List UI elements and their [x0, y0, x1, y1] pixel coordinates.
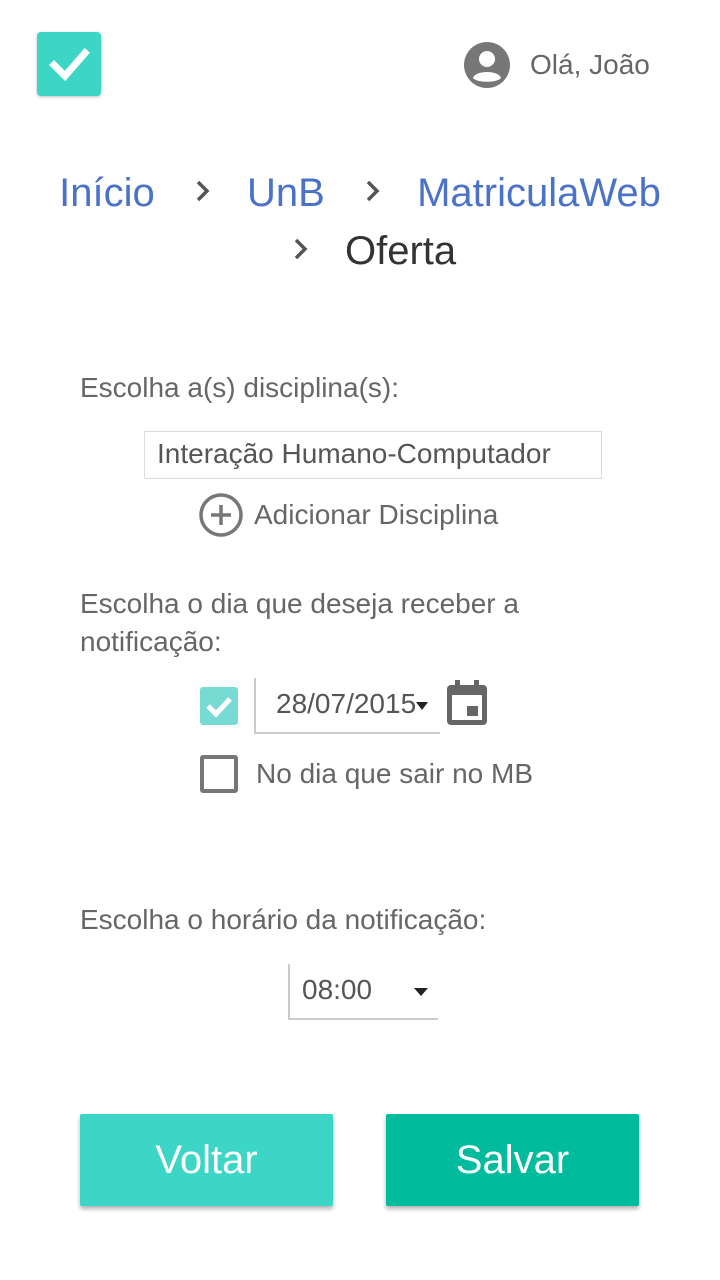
date-checkbox[interactable] [200, 687, 238, 725]
add-subject-label: Adicionar Disciplina [254, 499, 499, 530]
add-subject-button[interactable]: Adicionar Disciplina [198, 492, 498, 538]
account-circle-icon [464, 42, 510, 88]
check-icon [49, 48, 90, 82]
caret-down-icon [414, 988, 428, 996]
mb-label: No dia que sair no MB [256, 758, 534, 789]
back-button[interactable]: Voltar [80, 1114, 333, 1206]
chevron-right-icon [294, 238, 308, 260]
save-button[interactable]: Salvar [386, 1114, 639, 1206]
date-select[interactable]: 28/07/2015 [254, 678, 440, 734]
time-select[interactable]: 08:00 [288, 964, 438, 1020]
breadcrumb-item-matriculaweb[interactable]: MatriculaWeb [417, 171, 661, 215]
user-info[interactable]: Olá, João [464, 42, 650, 88]
time-label: Escolha o horário da notificação: [80, 904, 487, 935]
subjects-label: Escolha a(s) disciplina(s): [80, 372, 399, 403]
chevron-right-icon [196, 180, 210, 202]
user-greeting: Olá, João [530, 49, 650, 80]
subject-input[interactable]: Interação Humano-Computador [144, 431, 602, 479]
time-value: 08:00 [302, 974, 373, 1005]
check-icon [206, 697, 232, 718]
date-value: 28/07/2015 [276, 688, 417, 719]
mb-checkbox[interactable] [200, 755, 238, 793]
day-label: Escolha o dia que deseja receber a notif… [80, 588, 519, 657]
chevron-right-icon [366, 180, 380, 202]
breadcrumb-current: Oferta [344, 229, 457, 273]
caret-down-icon [416, 702, 428, 710]
breadcrumb-item-unb[interactable]: UnB [247, 171, 325, 215]
breadcrumb: Início UnB MatriculaWeb Oferta [0, 164, 720, 280]
breadcrumb-item-inicio[interactable]: Início [59, 171, 155, 215]
app-logo [37, 32, 101, 96]
calendar-icon[interactable] [446, 680, 488, 726]
add-circle-icon [199, 493, 243, 537]
